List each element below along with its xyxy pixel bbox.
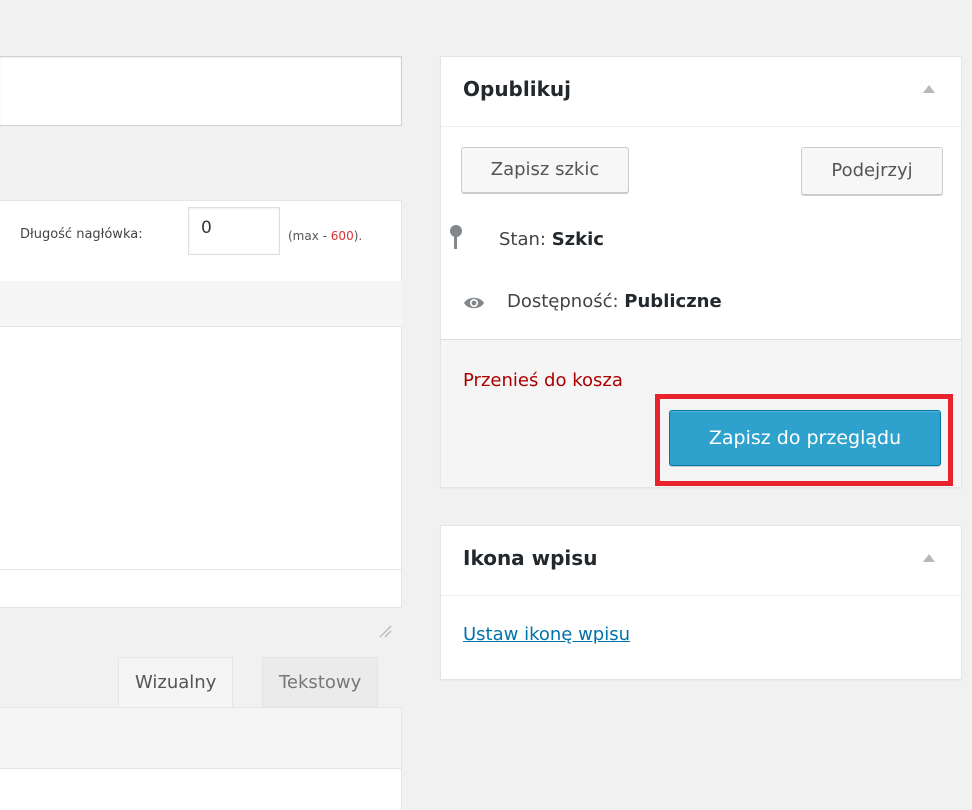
post-icon-box-title: Ikona wpisu xyxy=(463,546,598,570)
excerpt-footer xyxy=(0,569,402,609)
status-label: Stan: xyxy=(499,229,552,250)
eye-icon xyxy=(464,297,484,309)
post-status-row: Stan: Szkic xyxy=(499,229,604,250)
major-publishing-actions: Przenieś do kosza Zapisz do przeglądu xyxy=(441,339,961,487)
visibility-row: Dostępność: Publiczne xyxy=(507,291,722,312)
pin-icon xyxy=(449,225,463,253)
max-prefix: (max - xyxy=(288,229,331,243)
excerpt-toolbar xyxy=(0,281,402,327)
excerpt-length-bar: Długość nagłówka: 0 (max - 600). xyxy=(0,201,401,293)
tab-visual[interactable]: Wizualny xyxy=(118,657,234,707)
publish-box: Opublikuj Zapisz szkic Podejrzyj Stan: S… xyxy=(440,56,962,488)
preview-button[interactable]: Podejrzyj xyxy=(801,147,943,195)
max-value: 600 xyxy=(330,229,354,243)
collapse-triangle-icon[interactable] xyxy=(923,554,935,562)
status-value: Szkic xyxy=(551,229,604,250)
max-note: (max - 600). xyxy=(288,229,362,243)
length-input[interactable]: 0 xyxy=(188,207,280,255)
tab-text[interactable]: Tekstowy xyxy=(262,657,379,707)
editor-content-area[interactable] xyxy=(0,769,402,810)
collapse-triangle-icon[interactable] xyxy=(923,85,935,93)
post-icon-box-header[interactable]: Ikona wpisu xyxy=(441,526,961,596)
excerpt-box: Długość nagłówka: 0 (max - 600). xyxy=(0,200,402,608)
publish-box-title: Opublikuj xyxy=(463,77,571,101)
editor-tabs: Wizualny Tekstowy xyxy=(0,655,402,707)
visibility-value: Publiczne xyxy=(624,291,722,312)
length-label: Długość nagłówka: xyxy=(20,227,143,242)
post-title-input[interactable] xyxy=(0,56,402,126)
visibility-label: Dostępność: xyxy=(507,291,625,312)
save-draft-button[interactable]: Zapisz szkic xyxy=(461,147,629,193)
resize-handle-icon[interactable] xyxy=(376,622,392,638)
publish-box-header[interactable]: Opublikuj xyxy=(441,57,961,127)
resize-area xyxy=(0,608,402,650)
set-post-icon-link[interactable]: Ustaw ikonę wpisu xyxy=(463,624,630,645)
excerpt-textarea[interactable] xyxy=(0,327,402,569)
max-suffix: ). xyxy=(353,229,363,243)
move-to-trash-link[interactable]: Przenieś do kosza xyxy=(463,370,623,391)
submit-for-review-button[interactable]: Zapisz do przeglądu xyxy=(669,410,941,466)
editor-toolbar xyxy=(0,707,402,769)
post-icon-box: Ikona wpisu Ustaw ikonę wpisu xyxy=(440,525,962,680)
